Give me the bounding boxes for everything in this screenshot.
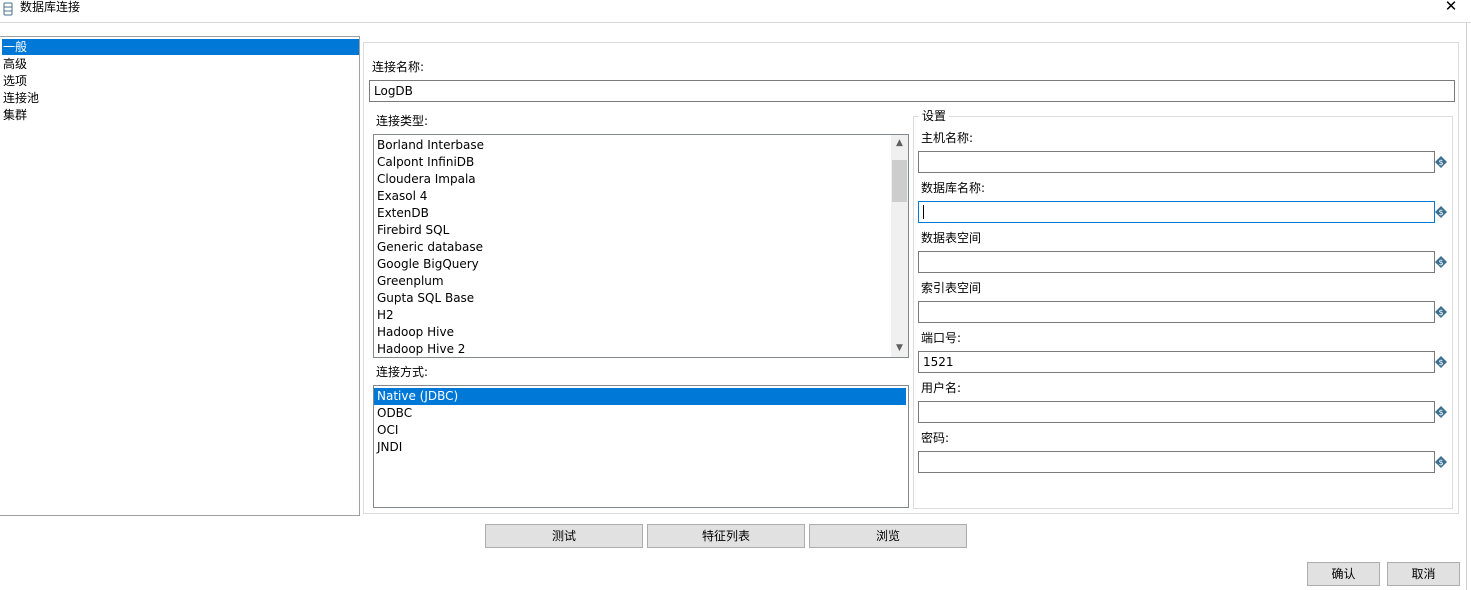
connection-type-items: Borland Interbase Calpont InfiniDB Cloud… xyxy=(374,135,908,357)
variable-icon[interactable]: $ xyxy=(1435,156,1447,168)
variable-icon[interactable]: $ xyxy=(1435,456,1447,468)
username-label: 用户名: xyxy=(921,381,962,395)
list-item[interactable]: Exasol 4 xyxy=(374,188,908,205)
chevron-up-icon[interactable]: ▲ xyxy=(891,135,908,152)
explore-button[interactable]: 浏览 xyxy=(809,524,967,548)
test-button[interactable]: 测试 xyxy=(485,524,643,548)
list-item[interactable]: Firebird SQL xyxy=(374,222,908,239)
connection-type-label: 连接类型: xyxy=(376,114,429,128)
chevron-down-icon[interactable]: ▼ xyxy=(891,340,908,357)
nav-item-general[interactable]: 一般 xyxy=(2,39,359,55)
access-items: Native (JDBC) ODBC OCI JNDI xyxy=(374,386,908,456)
variable-icon[interactable]: $ xyxy=(1435,256,1447,268)
scroll-thumb[interactable] xyxy=(892,160,907,202)
list-item[interactable]: Google BigQuery xyxy=(374,256,908,273)
list-item[interactable]: Hadoop Hive xyxy=(374,324,908,341)
feature-list-button[interactable]: 特征列表 xyxy=(647,524,805,548)
svg-text:$: $ xyxy=(1438,358,1443,367)
list-item[interactable]: Borland Interbase xyxy=(374,137,908,154)
list-item[interactable]: Calpont InfiniDB xyxy=(374,154,908,171)
variable-icon[interactable]: $ xyxy=(1435,306,1447,318)
nav-panel: 一般 高级 选项 连接池 集群 xyxy=(0,36,360,516)
port-label: 端口号: xyxy=(921,331,962,345)
variable-icon[interactable]: $ xyxy=(1435,406,1447,418)
list-item[interactable]: Native (JDBC) xyxy=(374,388,906,405)
access-list[interactable]: Native (JDBC) ODBC OCI JNDI xyxy=(373,385,909,508)
list-item[interactable]: Generic database xyxy=(374,239,908,256)
connection-name-input[interactable]: LogDB xyxy=(369,80,1455,102)
svg-text:$: $ xyxy=(1438,458,1443,467)
index-tablespace-input[interactable] xyxy=(918,301,1435,323)
close-button[interactable]: ✕ xyxy=(1438,0,1464,14)
variable-icon[interactable]: $ xyxy=(1435,206,1447,218)
database-name-input[interactable] xyxy=(918,201,1435,223)
username-input[interactable] xyxy=(918,401,1435,423)
window-edge xyxy=(1466,22,1467,590)
connection-type-list[interactable]: Borland Interbase Calpont InfiniDB Cloud… xyxy=(373,134,909,358)
list-item[interactable]: Gupta SQL Base xyxy=(374,290,908,307)
title-bar: 数据库连接 ✕ xyxy=(0,0,1471,23)
connection-name-label: 连接名称: xyxy=(372,60,425,74)
ok-button[interactable]: 确认 xyxy=(1307,562,1380,586)
window-title: 数据库连接 xyxy=(20,0,81,14)
svg-text:$: $ xyxy=(1438,208,1443,217)
list-item[interactable]: ExtenDB xyxy=(374,205,908,222)
nav-item-clustering[interactable]: 集群 xyxy=(2,107,27,123)
list-item[interactable]: ODBC xyxy=(374,405,906,422)
nav-item-options[interactable]: 选项 xyxy=(2,73,27,89)
close-icon: ✕ xyxy=(1444,0,1458,15)
password-label: 密码: xyxy=(921,431,950,445)
variable-icon[interactable]: $ xyxy=(1435,356,1447,368)
cancel-button[interactable]: 取消 xyxy=(1387,562,1460,586)
svg-text:$: $ xyxy=(1438,158,1443,167)
index-tablespace-label: 索引表空间 xyxy=(921,281,982,295)
list-item[interactable]: Cloudera Impala xyxy=(374,171,908,188)
settings-group-title: 设置 xyxy=(919,109,950,123)
list-item[interactable]: Greenplum xyxy=(374,273,908,290)
hostname-input[interactable] xyxy=(918,151,1435,173)
nav-item-advanced[interactable]: 高级 xyxy=(2,56,27,72)
database-icon xyxy=(3,2,13,16)
list-item[interactable]: Hadoop Hive 2 xyxy=(374,341,908,357)
password-input[interactable] xyxy=(918,451,1435,473)
database-name-label: 数据库名称: xyxy=(921,181,986,195)
svg-text:$: $ xyxy=(1438,408,1443,417)
svg-text:$: $ xyxy=(1438,258,1443,267)
data-tablespace-input[interactable] xyxy=(918,251,1435,273)
list-item[interactable]: OCI xyxy=(374,422,906,439)
list-item[interactable]: JNDI xyxy=(374,439,906,456)
hostname-label: 主机名称: xyxy=(921,131,974,145)
port-input[interactable]: 1521 xyxy=(918,351,1435,373)
access-label: 连接方式: xyxy=(376,365,429,379)
connection-type-scrollbar[interactable]: ▲ ▼ xyxy=(891,135,908,357)
text-caret xyxy=(923,205,924,219)
nav-item-pooling[interactable]: 连接池 xyxy=(2,90,39,106)
svg-text:$: $ xyxy=(1438,308,1443,317)
data-tablespace-label: 数据表空间 xyxy=(921,231,982,245)
list-item[interactable]: H2 xyxy=(374,307,908,324)
